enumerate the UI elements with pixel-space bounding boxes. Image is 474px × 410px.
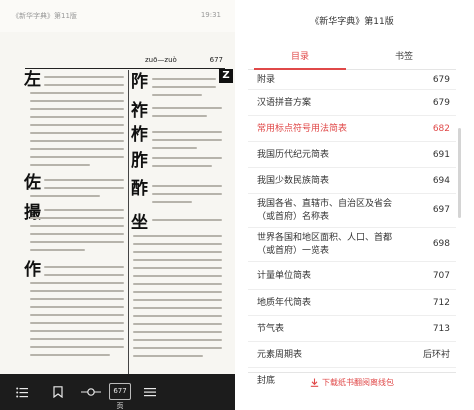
page-header: zuō—zuò 677 xyxy=(145,56,223,68)
headword[interactable]: 酢 xyxy=(131,181,148,198)
scrollbar[interactable] xyxy=(458,128,461,218)
toc-item[interactable]: 附录 679 xyxy=(248,70,456,90)
toc-item-page: 后环衬 xyxy=(422,350,450,360)
toc-item-label: 我国历代纪元简表 xyxy=(257,150,330,160)
more-icon[interactable] xyxy=(140,374,160,410)
reader-clock: 19:31 xyxy=(200,11,221,19)
page-number: 677 xyxy=(209,56,223,64)
headword[interactable]: 作 xyxy=(24,262,41,279)
toc-item[interactable]: 我国少数民族简表 694 xyxy=(248,168,456,194)
toc-item-page: 682 xyxy=(432,124,450,134)
header-rule xyxy=(25,68,225,69)
toc-item[interactable]: 节气表 713 xyxy=(248,316,456,342)
toc-item[interactable]: 地质年代简表 712 xyxy=(248,290,456,316)
headword[interactable]: 左 xyxy=(24,72,41,89)
toc-item-label: 世界各国和地区面积、人口、首都 （或首府）一览表 xyxy=(257,233,393,256)
toc-item-label: 汉语拼音方案 xyxy=(257,98,312,108)
slider-icon[interactable] xyxy=(78,374,104,410)
column-divider xyxy=(128,70,129,375)
toc-title: 《新华字典》第11版 xyxy=(310,17,394,27)
toc-item-page: 691 xyxy=(432,150,450,160)
toc-item-label: 我国各省、直辖市、自治区及省会 （或首府）名称表 xyxy=(257,199,393,222)
page-guide-words: zuō—zuò xyxy=(145,56,177,64)
headword[interactable]: 胙 xyxy=(131,153,148,170)
toc-item-label: 节气表 xyxy=(257,324,285,334)
toc-item-label: 计量单位简表 xyxy=(257,271,312,281)
toc-panel: 《新华字典》第11版 目录 书签 附录 679 汉语拼音方案 679 常用标点符… xyxy=(248,0,456,410)
toc-tabs: 目录 书签 xyxy=(248,46,456,70)
download-label: 下载纸书翻阅离线包 xyxy=(322,378,394,387)
download-bar[interactable]: 下载纸书翻阅离线包 xyxy=(248,372,456,394)
toc-item[interactable]: 我国历代纪元简表 691 xyxy=(248,142,456,168)
headword[interactable]: 阼 xyxy=(131,74,148,91)
toc-item[interactable]: 汉语拼音方案 679 xyxy=(248,90,456,116)
reader-view: 《新华字典》第11版 19:31 zuō—zuò 677 Z 左 佐 撮 作 阼… xyxy=(0,0,235,410)
toc-item-page: 694 xyxy=(432,176,450,186)
toc-item-page: 697 xyxy=(432,205,450,215)
toc-item-active[interactable]: 常用标点符号用法简表 682 xyxy=(248,116,456,142)
bookmark-icon[interactable] xyxy=(48,374,68,410)
tab-bookmarks[interactable]: 书签 xyxy=(352,46,456,70)
index-letter-tab[interactable]: Z xyxy=(219,69,233,83)
toc-item-page: 698 xyxy=(432,239,450,249)
toc-item[interactable]: 我国各省、直辖市、自治区及省会 （或首府）名称表 697 xyxy=(248,194,456,228)
toc-item-page: 679 xyxy=(432,98,450,108)
toc-item-label: 地质年代简表 xyxy=(257,298,312,308)
toc-item[interactable]: 计量单位简表 707 xyxy=(248,262,456,290)
headword[interactable]: 撮 xyxy=(24,205,41,222)
toc-item-page: 707 xyxy=(432,271,450,281)
headword[interactable]: 佐 xyxy=(24,175,41,192)
list-icon[interactable] xyxy=(12,374,32,410)
toc-item-page: 713 xyxy=(432,324,450,334)
toc-item[interactable]: 世界各国和地区面积、人口、首都 （或首府）一览表 698 xyxy=(248,228,456,262)
tab-contents[interactable]: 目录 xyxy=(248,46,352,70)
headword[interactable]: 柞 xyxy=(131,127,148,144)
download-button[interactable]: 下载纸书翻阅离线包 xyxy=(248,377,456,388)
toc-item[interactable]: 元素周期表 后环衬 xyxy=(248,342,456,368)
toc-item-label: 元素周期表 xyxy=(257,350,303,360)
download-icon xyxy=(310,378,319,387)
reader-book-title: 《新华字典》第11版 xyxy=(12,12,77,20)
toc-item-page: 679 xyxy=(432,75,450,85)
toc-item-label: 我国少数民族简表 xyxy=(257,176,330,186)
reader-header: 《新华字典》第11版 19:31 xyxy=(0,0,235,32)
headword[interactable]: 坐 xyxy=(131,215,148,232)
reader-toolbar: 677页 xyxy=(0,374,235,410)
toc-item-page: 712 xyxy=(432,298,450,308)
toc-item-label: 附录 xyxy=(257,75,276,85)
page-indicator[interactable]: 677页 xyxy=(109,383,131,410)
headword[interactable]: 祚 xyxy=(131,103,148,120)
toc-item-label: 常用标点符号用法简表 xyxy=(257,124,348,134)
